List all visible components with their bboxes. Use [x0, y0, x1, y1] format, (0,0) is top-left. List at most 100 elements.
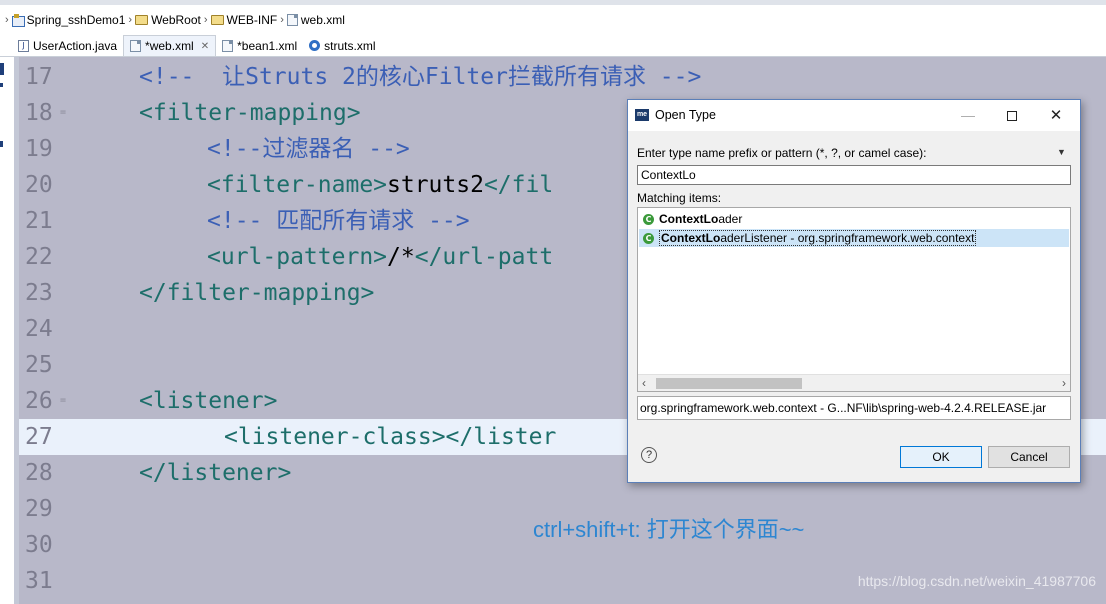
line-number: 31 [25, 568, 53, 594]
dropdown-arrow-icon[interactable]: ▼ [1057, 147, 1066, 157]
matching-items-label: Matching items: [637, 191, 722, 205]
code-text: <url-pattern>/*</url-patt [207, 239, 553, 275]
code-text: <!--过滤器名 --> [207, 131, 410, 167]
match-rest: ader [718, 212, 743, 226]
marker-icon [0, 141, 3, 147]
app-icon: me [635, 109, 649, 121]
fold-icon[interactable]: = [60, 107, 66, 118]
code-comment: <!-- [139, 64, 223, 90]
line-number: 30 [25, 532, 53, 558]
tab-close-icon[interactable]: ✕ [201, 41, 209, 52]
line-number: 27 [25, 424, 53, 450]
project-icon [11, 14, 25, 27]
close-button[interactable]: ✕ [1034, 100, 1078, 131]
match-highlight: ContextLo [659, 212, 719, 226]
breadcrumb-separator: › [203, 14, 208, 26]
code-tag: <filter-mapping> [139, 100, 361, 126]
horizontal-scrollbar[interactable]: ‹ › [638, 374, 1070, 391]
breadcrumb-separator: › [5, 14, 9, 26]
breadcrumb-item-web-inf[interactable]: WEB-INF [210, 13, 277, 27]
code-value: struts2 [387, 172, 484, 198]
marker-icon [0, 83, 3, 87]
line-number: 22 [25, 244, 53, 270]
list-item[interactable]: C ContextLoaderListener - org.springfram… [639, 229, 1069, 247]
help-icon[interactable]: ? [641, 447, 657, 463]
code-tag: <filter-name> [207, 172, 388, 198]
scroll-thumb[interactable] [656, 378, 802, 389]
breadcrumb-item-web-xml[interactable]: web.xml [286, 13, 345, 27]
scroll-left-icon[interactable]: ‹ [642, 376, 646, 390]
folder-icon [210, 15, 224, 25]
list-item-text: ContextLoaderListener - org.springframew… [659, 230, 977, 246]
tab-useraction-java[interactable]: J UserAction.java [12, 35, 123, 56]
maximize-icon [1007, 111, 1017, 122]
code-text: <filter-name>struts2</fil [207, 167, 553, 203]
breadcrumb-separator: › [128, 14, 133, 26]
line-number: 20 [25, 172, 53, 198]
scroll-right-icon[interactable]: › [1062, 376, 1066, 390]
line-number: 17 [25, 64, 53, 90]
breadcrumb-item-webroot[interactable]: WebRoot [135, 13, 201, 27]
breadcrumb-label: Spring_sshDemo1 [26, 13, 126, 27]
fold-icon[interactable]: = [60, 395, 66, 406]
minimize-button[interactable]: — [946, 100, 990, 131]
code-tag: </filter-mapping> [139, 280, 375, 306]
xml-file-icon [222, 39, 234, 52]
cancel-button[interactable]: Cancel [988, 446, 1070, 468]
code-text: <!-- 匹配所有请求 --> [207, 203, 470, 239]
java-file-icon: J [18, 39, 29, 52]
ok-button[interactable]: OK [900, 446, 982, 468]
maximize-button[interactable] [990, 100, 1034, 131]
code-text: <listener> [139, 383, 277, 419]
breadcrumb-label: WebRoot [151, 13, 201, 27]
match-rest: aderListener - org.springframework.web.c… [720, 231, 975, 245]
code-tag: </listener> [139, 460, 292, 486]
line-number: 29 [25, 496, 53, 522]
xml-file-icon [286, 14, 298, 26]
list-item-text: ContextLoader [659, 212, 742, 226]
class-icon: C [643, 232, 654, 244]
code-tag: <listener-class></lister [224, 424, 557, 450]
code-comment: <!--过滤器名 --> [207, 136, 410, 162]
line-number: 18 [25, 100, 53, 126]
list-item[interactable]: C ContextLoader [639, 210, 1069, 228]
code-tag: </fil [483, 172, 554, 198]
tab-label: struts.xml [324, 38, 376, 53]
type-location-field: org.springframework.web.context - G...NF… [637, 396, 1071, 420]
dialog-title-bar[interactable]: me Open Type — ✕ [628, 100, 1080, 131]
line-number: 25 [25, 352, 53, 378]
matching-items-list[interactable]: C ContextLoader C ContextLoaderListener … [637, 207, 1071, 392]
code-tag: <listener> [139, 388, 278, 414]
tab-bean1-xml[interactable]: *bean1.xml [216, 35, 303, 56]
line-number: 21 [25, 208, 53, 234]
code-text: <filter-mapping> [139, 95, 361, 131]
code-value: /* [387, 244, 415, 270]
dialog-title: Open Type [655, 108, 716, 122]
code-tag: </url-patt [414, 244, 554, 270]
breadcrumb-item-project[interactable]: Spring_sshDemo1 [11, 13, 126, 27]
breadcrumb-label: web.xml [300, 13, 345, 27]
tab-struts-xml[interactable]: struts.xml [303, 35, 381, 56]
code-tag: <url-pattern> [207, 244, 388, 270]
code-text: </filter-mapping> [139, 275, 374, 311]
editor-tab-bar: J UserAction.java *web.xml ✕ *bean1.xml … [0, 35, 1106, 57]
type-search-input[interactable] [637, 165, 1071, 185]
class-icon: C [643, 213, 654, 225]
xml-file-icon [130, 40, 142, 52]
code-text: </listener> [139, 455, 291, 491]
tab-label: *bean1.xml [237, 38, 298, 53]
tab-web-xml[interactable]: *web.xml ✕ [123, 35, 217, 56]
left-marker-gutter [0, 57, 14, 604]
pattern-prompt-label: Enter type name prefix or pattern (*, ?,… [637, 146, 927, 160]
annotation-text: ctrl+shift+t: 打开这个界面~~ [533, 517, 805, 542]
code-text: <listener-class></lister [224, 419, 556, 455]
line-number: 19 [25, 136, 53, 162]
code-line[interactable]: 17 <!-- 让Struts 2的核心Filter拦截所有请求 --> [19, 59, 1106, 95]
code-comment: 让Struts 2的核心Filter拦截所有请求 --> [222, 64, 702, 90]
line-number: 24 [25, 316, 53, 342]
open-type-dialog: me Open Type — ✕ Enter type name prefix … [627, 99, 1081, 483]
gear-icon [309, 40, 321, 51]
line-number: 23 [25, 280, 53, 306]
breadcrumb-separator: › [280, 14, 284, 26]
line-number: 28 [25, 460, 53, 486]
